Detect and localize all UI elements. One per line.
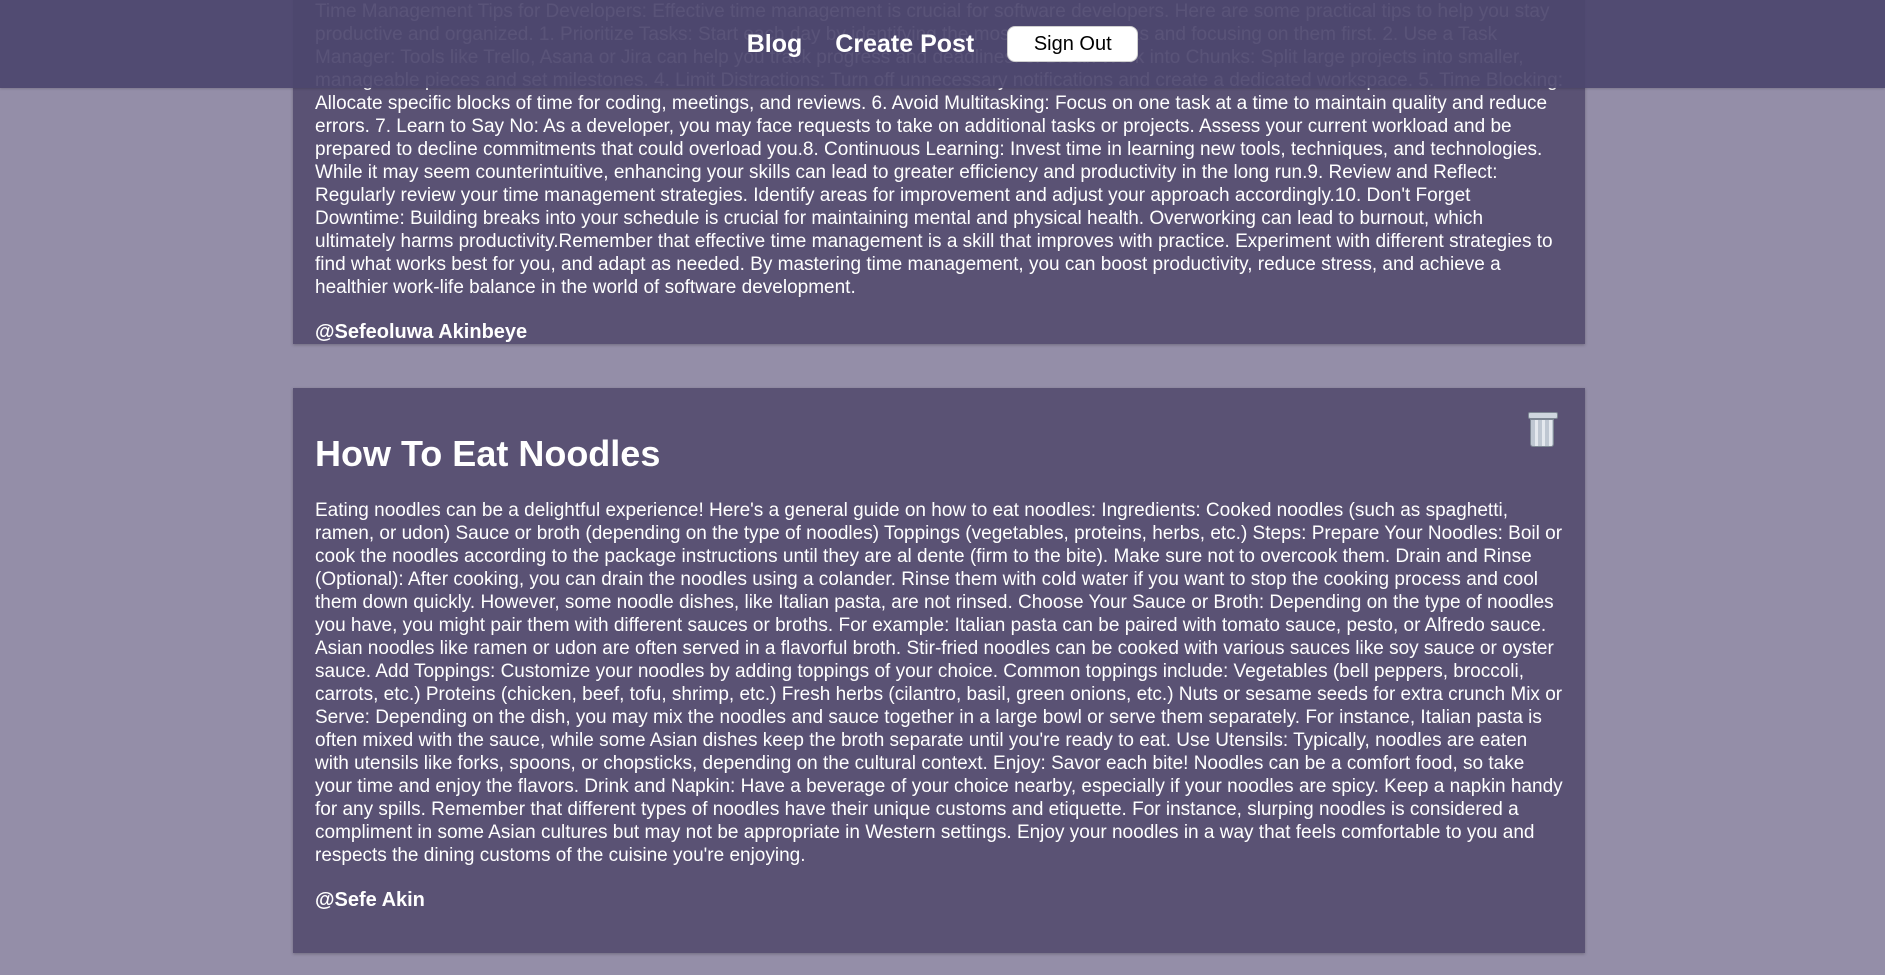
top-navbar: Blog Create Post Sign Out	[0, 0, 1885, 88]
post-title: How To Eat Noodles	[315, 433, 661, 474]
sign-out-button[interactable]: Sign Out	[1007, 26, 1139, 62]
trash-can-icon	[1527, 410, 1558, 448]
post-card: How To Eat Noodles Eating noodles can be…	[293, 388, 1585, 953]
post-body: Eating noodles can be a delightful exper…	[315, 500, 1563, 867]
post-author: @Sefeoluwa Akinbeye	[315, 321, 528, 343]
nav-link-blog[interactable]: Blog	[747, 30, 803, 59]
page: Blog Create Post Sign Out Time Managemen…	[0, 0, 1885, 975]
post-author: @Sefe Akin	[315, 889, 425, 912]
nav-link-create-post[interactable]: Create Post	[835, 30, 974, 59]
delete-post-button[interactable]	[1527, 410, 1558, 453]
